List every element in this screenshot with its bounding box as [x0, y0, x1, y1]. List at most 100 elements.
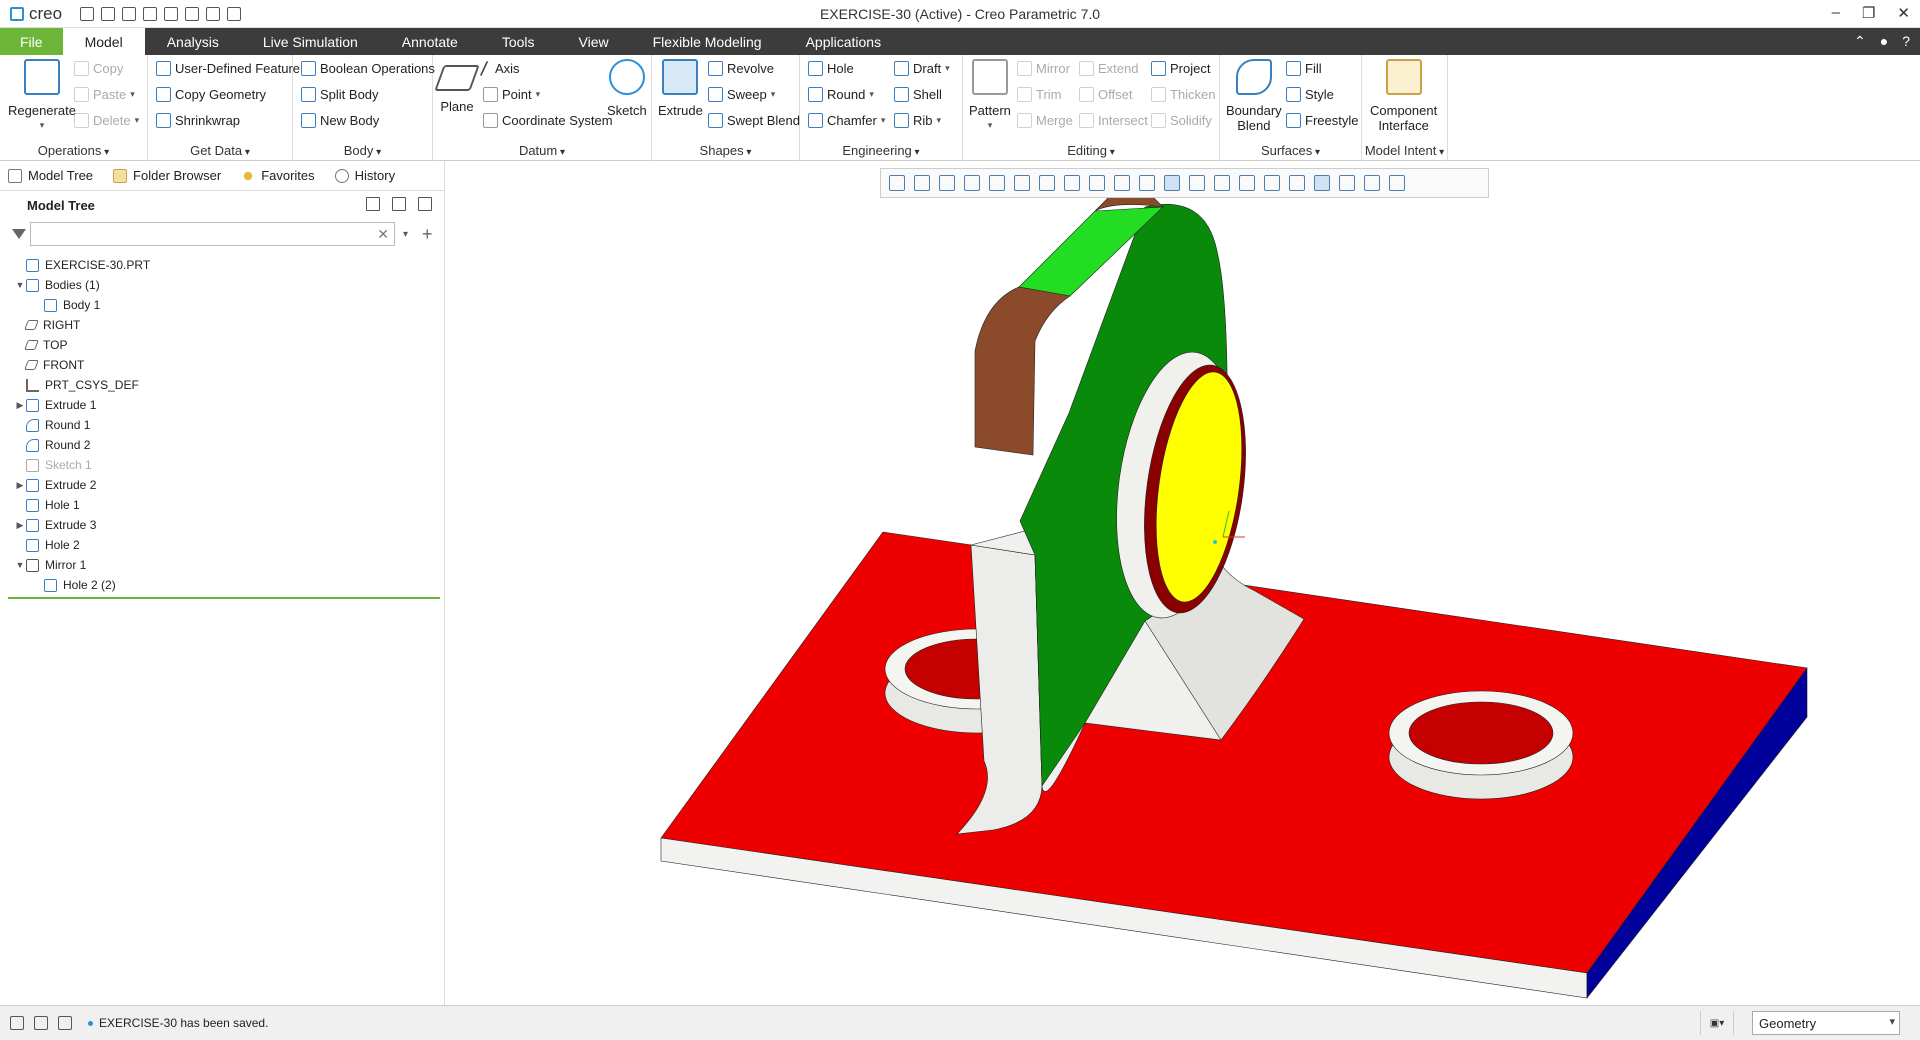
tab-live-simulation[interactable]: Live Simulation — [241, 28, 380, 55]
expand-toggle-icon[interactable]: ▼ — [14, 280, 26, 290]
group-label-body[interactable]: Body — [293, 143, 432, 158]
tree-columns-icon[interactable] — [392, 197, 406, 211]
regenerate-icon[interactable] — [185, 6, 200, 21]
point-display-icon[interactable] — [1239, 175, 1255, 191]
component-interface-button[interactable]: Component Interface — [1370, 59, 1437, 133]
windows-icon[interactable] — [206, 6, 221, 21]
tree-item[interactable]: Hole 2 (2) — [0, 575, 444, 595]
axis-display-icon[interactable] — [1214, 175, 1230, 191]
save-icon[interactable] — [122, 6, 137, 21]
freestyle-button[interactable]: Freestyle — [1286, 113, 1358, 128]
section-icon[interactable] — [1114, 175, 1130, 191]
csys-display-icon[interactable] — [1264, 175, 1280, 191]
new-file-icon[interactable] — [80, 6, 95, 21]
group-label-get-data[interactable]: Get Data — [148, 143, 292, 158]
tree-search-input[interactable] — [31, 223, 394, 245]
split-body-button[interactable]: Split Body — [301, 87, 379, 102]
minimize-button[interactable]: – — [1832, 4, 1840, 22]
tab-analysis[interactable]: Analysis — [145, 28, 241, 55]
undo-icon[interactable] — [143, 6, 158, 21]
tab-file[interactable]: File — [0, 28, 63, 55]
browser-toggle-icon[interactable] — [34, 1016, 48, 1030]
plane-button[interactable]: Plane — [434, 59, 480, 114]
tree-item[interactable]: RIGHT — [0, 315, 444, 335]
chevron-down-icon[interactable]: ▾ — [403, 229, 408, 240]
perspective-icon[interactable] — [1064, 175, 1080, 191]
spin-center-icon[interactable] — [1314, 175, 1330, 191]
axis-button[interactable]: Axis — [479, 61, 520, 76]
thicken-button[interactable]: Thicken — [1151, 87, 1216, 102]
close-button[interactable]: ✕ — [1897, 4, 1910, 22]
mirror-button[interactable]: Mirror — [1017, 61, 1070, 76]
paste-button[interactable]: Paste ▾ — [74, 87, 135, 102]
boundary-blend-button[interactable]: Boundary Blend — [1226, 59, 1282, 133]
round-button[interactable]: Round ▾ — [808, 87, 874, 102]
point-button[interactable]: Point ▾ — [483, 87, 540, 102]
display-style-icon[interactable] — [1089, 175, 1105, 191]
group-label-shapes[interactable]: Shapes — [652, 143, 799, 158]
expand-toggle-icon[interactable]: ▶ — [14, 520, 26, 531]
fullscreen-icon[interactable] — [58, 1016, 72, 1030]
expand-toggle-icon[interactable]: ▶ — [14, 480, 26, 491]
expand-toggle-icon[interactable]: ▶ — [14, 400, 26, 411]
solidify-button[interactable]: Solidify — [1151, 113, 1212, 128]
plane-display-icon[interactable] — [1189, 175, 1205, 191]
tree-item[interactable]: ▼ Bodies (1) — [0, 275, 444, 295]
tab-annotate[interactable]: Annotate — [380, 28, 480, 55]
revolve-button[interactable]: Revolve — [708, 61, 774, 76]
group-label-model-intent[interactable]: Model Intent — [1362, 143, 1447, 158]
clear-search-icon[interactable]: ✕ — [377, 226, 389, 243]
swept-blend-button[interactable]: Swept Blend — [708, 113, 800, 128]
panel-tab-model-tree[interactable]: Model Tree — [8, 168, 93, 183]
repaint-icon[interactable] — [964, 175, 980, 191]
boolean-operations-button[interactable]: Boolean Operations — [301, 61, 435, 76]
style-button[interactable]: Style — [1286, 87, 1334, 102]
tree-item[interactable]: ▶ Extrude 2 — [0, 475, 444, 495]
group-label-engineering[interactable]: Engineering — [800, 143, 962, 158]
draft-button[interactable]: Draft ▾ — [894, 61, 950, 76]
sketch-button[interactable]: Sketch — [607, 59, 647, 118]
zoom-out-icon[interactable] — [939, 175, 955, 191]
tree-item[interactable]: TOP — [0, 335, 444, 355]
regenerate-button[interactable]: Regenerate ▾ — [8, 59, 76, 133]
upright-copper-lower[interactable] — [974, 286, 1071, 456]
coordinate-system-button[interactable]: Coordinate System — [483, 113, 613, 128]
copy-button[interactable]: Copy — [74, 61, 123, 76]
expand-toggle-icon[interactable]: ▼ — [14, 560, 26, 570]
group-label-operations[interactable]: Operations — [0, 143, 147, 158]
restore-button[interactable]: ❐ — [1862, 4, 1875, 22]
rib-button[interactable]: Rib ▾ — [894, 113, 941, 128]
copy-geometry-button[interactable]: Copy Geometry — [156, 87, 266, 102]
tree-item[interactable]: ▼ Mirror 1 — [0, 555, 444, 575]
refit-icon[interactable] — [889, 175, 905, 191]
tree-item[interactable]: FRONT — [0, 355, 444, 375]
find-button[interactable]: ▣▾ — [1700, 1011, 1734, 1035]
extrude-button[interactable]: Extrude — [658, 59, 703, 118]
add-icon[interactable]: + — [422, 224, 433, 245]
shell-button[interactable]: Shell — [894, 87, 942, 102]
tree-item[interactable]: EXERCISE-30.PRT — [0, 255, 444, 275]
merge-button[interactable]: Merge — [1017, 113, 1073, 128]
tab-view[interactable]: View — [557, 28, 631, 55]
fill-button[interactable]: Fill — [1286, 61, 1322, 76]
tree-item[interactable]: Body 1 — [0, 295, 444, 315]
panel-tab-favorites[interactable]: Favorites — [241, 168, 315, 183]
redo-icon[interactable] — [164, 6, 179, 21]
spin-icon[interactable] — [989, 175, 1005, 191]
help-icon[interactable]: ? — [1902, 33, 1910, 50]
zoom-in-icon[interactable] — [914, 175, 930, 191]
right-hole[interactable] — [1408, 701, 1554, 765]
tree-item[interactable]: Hole 2 — [0, 535, 444, 555]
tree-item[interactable]: PRT_CSYS_DEF — [0, 375, 444, 395]
annotation-display-icon[interactable] — [1289, 175, 1305, 191]
tree-item[interactable]: Round 2 — [0, 435, 444, 455]
tab-flexible-modeling[interactable]: Flexible Modeling — [631, 28, 784, 55]
selection-filter[interactable]: Geometry — [1752, 1011, 1900, 1035]
minimize-ribbon-icon[interactable]: ⌃ — [1854, 33, 1866, 50]
close-window-icon[interactable] — [227, 6, 242, 21]
part-model[interactable] — [445, 161, 1920, 1005]
tab-tools[interactable]: Tools — [480, 28, 557, 55]
new-body-button[interactable]: New Body — [301, 113, 379, 128]
pause-icon[interactable] — [1364, 175, 1380, 191]
offset-button[interactable]: Offset — [1079, 87, 1132, 102]
